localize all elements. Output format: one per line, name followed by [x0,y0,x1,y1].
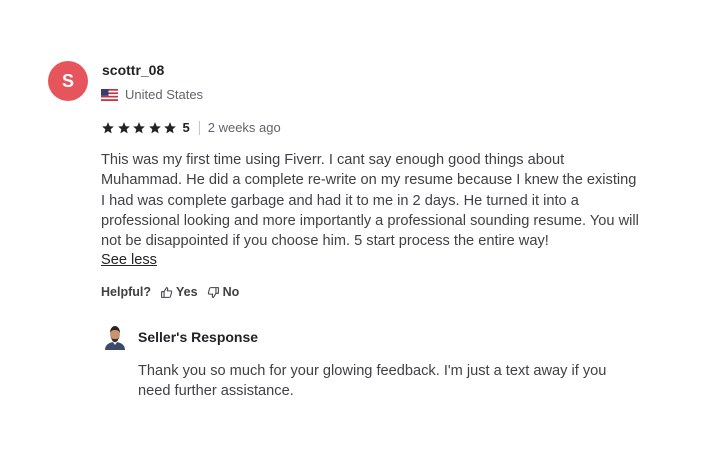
helpful-yes-button[interactable]: Yes [160,285,198,299]
reviewer-username: scottr_08 [102,62,165,78]
helpful-row: Helpful? Yes No [101,285,239,299]
us-flag-icon [101,88,118,101]
helpful-label: Helpful? [101,285,151,299]
seller-avatar [104,324,126,350]
star-icon [117,121,130,133]
star-icon [148,121,161,133]
rating-row: 5 2 weeks ago [101,120,281,135]
review-time: 2 weeks ago [207,120,281,135]
yes-label: Yes [176,285,198,299]
reviewer-avatar: S [48,61,88,101]
no-label: No [222,285,240,299]
star-icon [133,121,145,133]
see-less-link[interactable]: See less [101,250,157,270]
divider [198,120,200,135]
thumbs-down-icon [207,286,219,298]
star-icon [164,121,176,133]
thumbs-up-icon [161,286,173,298]
star-rating [101,121,179,135]
seller-response-title: Seller's Response [138,329,259,345]
rating-value: 5 [182,120,190,135]
helpful-no-button[interactable]: No [207,285,240,299]
country-name: United States [125,87,204,102]
reviewer-country: United States [101,87,203,102]
seller-response-text: Thank you so much for your glowing feedb… [138,363,607,400]
star-icon [102,121,114,133]
review-text: This was my first time using Fiverr. I c… [101,152,639,250]
